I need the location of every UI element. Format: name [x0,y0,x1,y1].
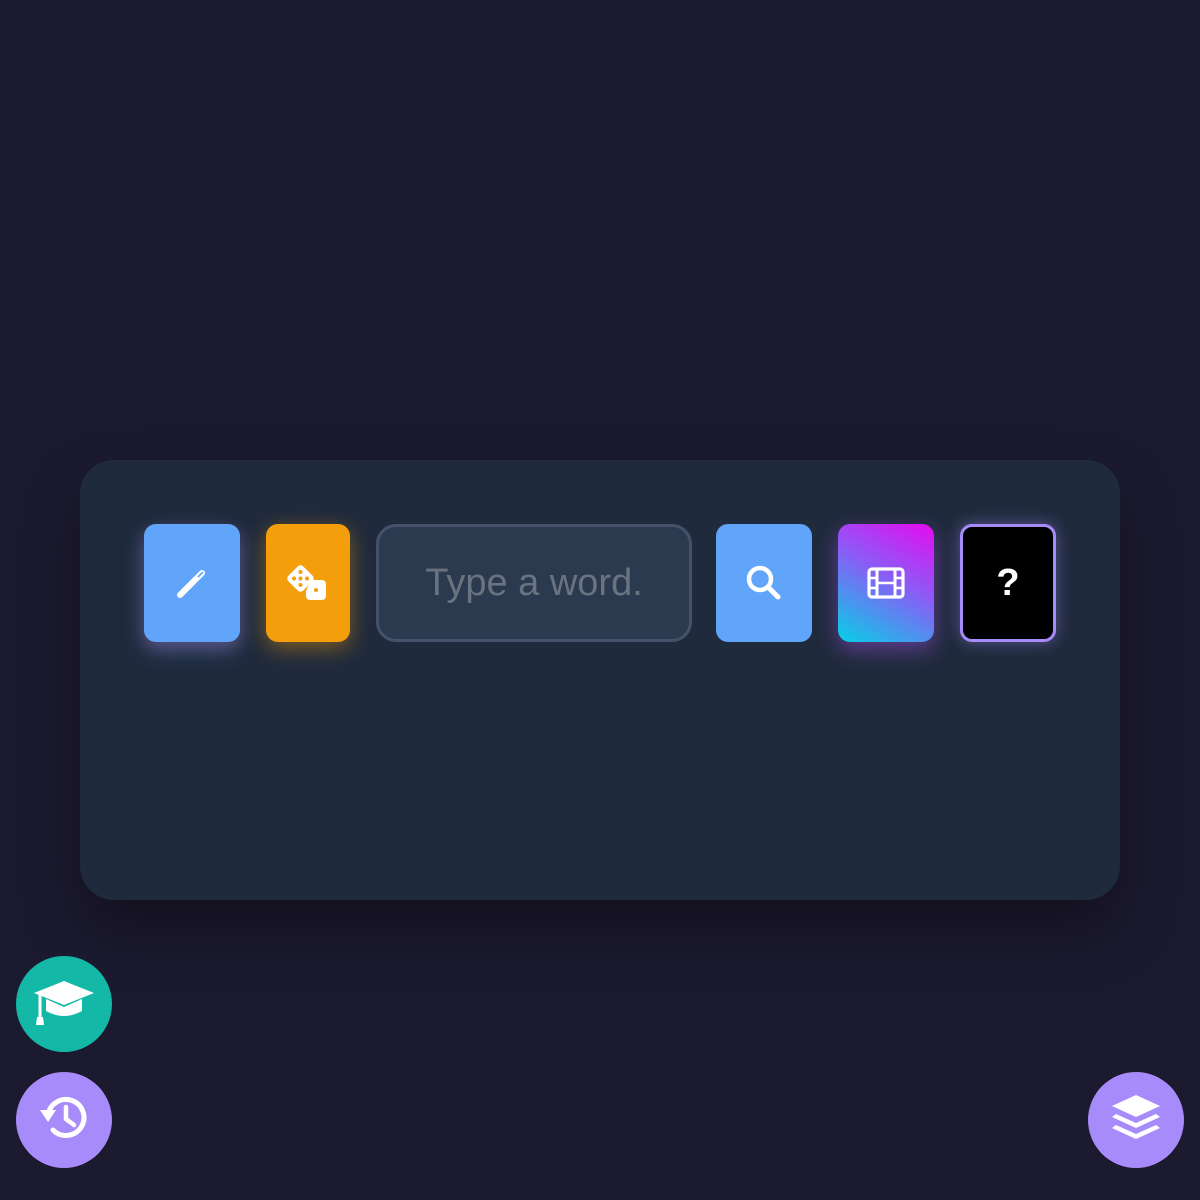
film-icon [867,567,905,599]
main-card: ? [80,460,1120,900]
magnifier-icon [744,563,784,603]
search-input[interactable] [379,560,689,606]
search-field[interactable] [376,524,692,642]
magic-wand-icon [173,564,211,602]
magic-wand-button[interactable] [144,524,240,642]
random-dice-button[interactable] [266,524,350,642]
help-button[interactable]: ? [960,524,1056,642]
history-icon [36,1090,92,1151]
help-label: ? [996,561,1020,604]
dice-icon [286,563,330,603]
layers-icon [1108,1091,1164,1150]
layers-button[interactable] [1088,1072,1184,1168]
learn-button[interactable] [16,956,112,1052]
graduation-cap-icon [32,977,96,1032]
history-button[interactable] [16,1072,112,1168]
search-button[interactable] [716,524,812,642]
film-button[interactable] [838,524,934,642]
